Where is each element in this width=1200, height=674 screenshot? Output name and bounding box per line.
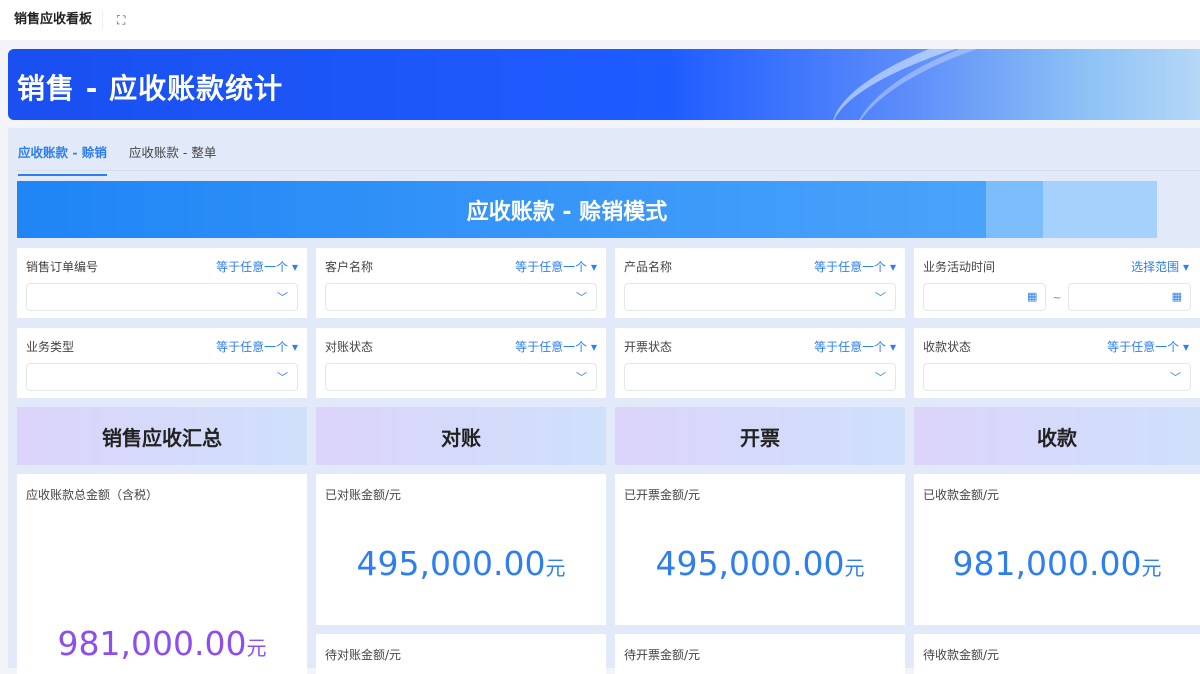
filter-invoice-status: 开票状态 等于任意一个 ▾ ﹀ xyxy=(615,328,905,398)
invoice-status-select[interactable]: ﹀ xyxy=(624,363,896,391)
total-value: 981,000.00 xyxy=(57,624,247,663)
mode-header: 应收账款 - 赊销模式 xyxy=(17,181,1157,238)
filter-business-type: 业务类型 等于任意一个 ▾ ﹀ xyxy=(17,328,307,398)
end-date-input[interactable]: ▦ xyxy=(1067,283,1191,311)
invoiced-value: 495,000.00 xyxy=(655,544,845,583)
calendar-icon: ▦ xyxy=(1171,290,1182,303)
payment-status-select[interactable]: ﹀ xyxy=(923,363,1191,391)
order-number-select[interactable]: ﹀ xyxy=(26,283,298,311)
filter-activity-time: 业务活动时间 选择范围 ▾ ▦ ~ ▦ xyxy=(914,248,1200,318)
chevron-down-icon: ﹀ xyxy=(277,291,288,304)
chevron-down-icon: ﹀ xyxy=(277,371,288,384)
chevron-down-icon: ﹀ xyxy=(1170,371,1181,384)
filter-reconcile-status: 对账状态 等于任意一个 ▾ ﹀ xyxy=(316,328,606,398)
metric-invoiced: 已开票金额/元 495,000.00元 xyxy=(615,474,905,625)
filter-payment-status: 收款状态 等于任意一个 ▾ ﹀ xyxy=(914,328,1200,398)
section-invoice: 开票 xyxy=(615,407,905,465)
filter-product: 产品名称 等于任意一个 ▾ ﹀ xyxy=(615,248,905,318)
chevron-down-icon: ﹀ xyxy=(875,291,886,304)
operator-dropdown[interactable]: 等于任意一个 ▾ xyxy=(1107,338,1189,355)
banner: 销售 - 应收账款统计 xyxy=(8,49,1200,120)
start-date-input[interactable]: ▦ xyxy=(923,283,1047,311)
range-dropdown[interactable]: 选择范围 ▾ xyxy=(1131,258,1189,275)
banner-title: 销售 - 应收账款统计 xyxy=(17,72,284,105)
product-select[interactable]: ﹀ xyxy=(624,283,896,311)
received-value: 981,000.00 xyxy=(952,544,1142,583)
section-reconcile: 对账 xyxy=(316,407,606,465)
top-bar: 销售应收看板 ⛶ xyxy=(0,0,1200,40)
business-type-select[interactable]: ﹀ xyxy=(26,363,298,391)
operator-dropdown[interactable]: 等于任意一个 ▾ xyxy=(216,338,298,355)
filter-order-number: 销售订单编号 等于任意一个 ▾ ﹀ xyxy=(17,248,307,318)
operator-dropdown[interactable]: 等于任意一个 ▾ xyxy=(515,258,597,275)
section-summary: 销售应收汇总 xyxy=(17,407,307,465)
dashboard-title: 销售应收看板 xyxy=(14,11,104,29)
filter-customer: 客户名称 等于任意一个 ▾ ﹀ xyxy=(316,248,606,318)
calendar-icon: ▦ xyxy=(1026,290,1038,303)
metric-reconciled: 已对账金额/元 495,000.00元 xyxy=(316,474,606,625)
section-payment: 收款 xyxy=(914,407,1200,465)
metric-total: 应收账款总金额（含税） 981,000.00元 xyxy=(17,474,307,674)
metric-to-reconcile: 待对账金额/元 xyxy=(316,634,606,674)
reconciled-value: 495,000.00 xyxy=(356,544,546,583)
metric-received: 已收款金额/元 981,000.00元 xyxy=(914,474,1200,625)
operator-dropdown[interactable]: 等于任意一个 ▾ xyxy=(515,338,597,355)
expand-icon[interactable]: ⛶ xyxy=(117,13,125,28)
customer-select[interactable]: ﹀ xyxy=(325,283,597,311)
operator-dropdown[interactable]: 等于任意一个 ▾ xyxy=(814,338,896,355)
metric-to-receive: 待收款金额/元 xyxy=(914,634,1200,674)
reconcile-status-select[interactable]: ﹀ xyxy=(325,363,597,391)
operator-dropdown[interactable]: 等于任意一个 ▾ xyxy=(216,258,298,275)
chevron-down-icon: ﹀ xyxy=(576,291,587,304)
operator-dropdown[interactable]: 等于任意一个 ▾ xyxy=(814,258,896,275)
chevron-down-icon: ﹀ xyxy=(576,371,587,384)
metric-to-invoice: 待开票金额/元 xyxy=(615,634,905,674)
chevron-down-icon: ﹀ xyxy=(875,371,886,384)
